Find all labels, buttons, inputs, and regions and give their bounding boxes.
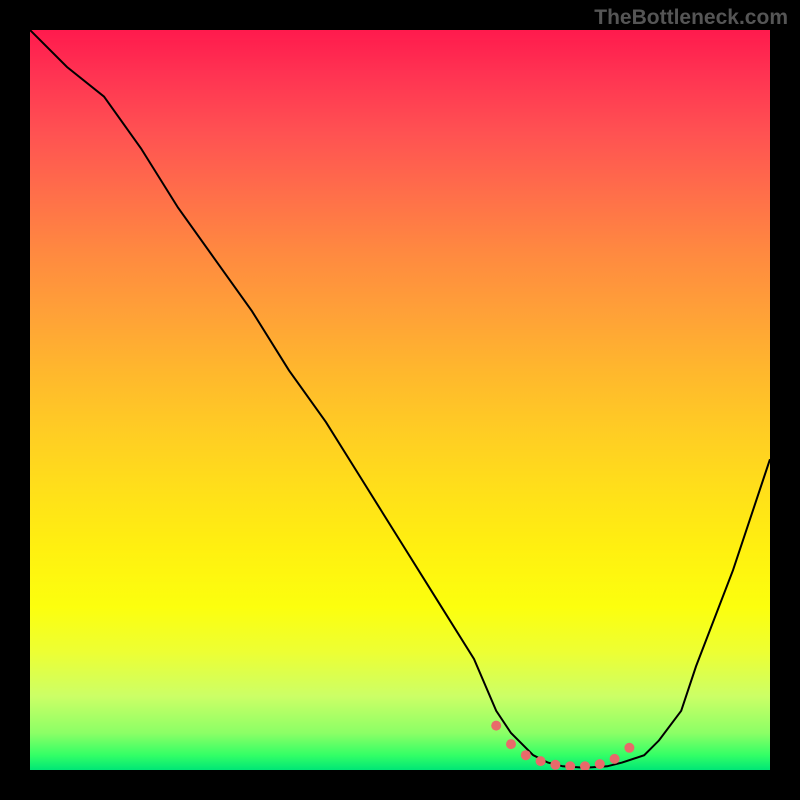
watermark-text: TheBottleneck.com [594, 6, 788, 30]
chart-plot-area [30, 30, 770, 770]
chart-gradient-background [30, 30, 770, 770]
